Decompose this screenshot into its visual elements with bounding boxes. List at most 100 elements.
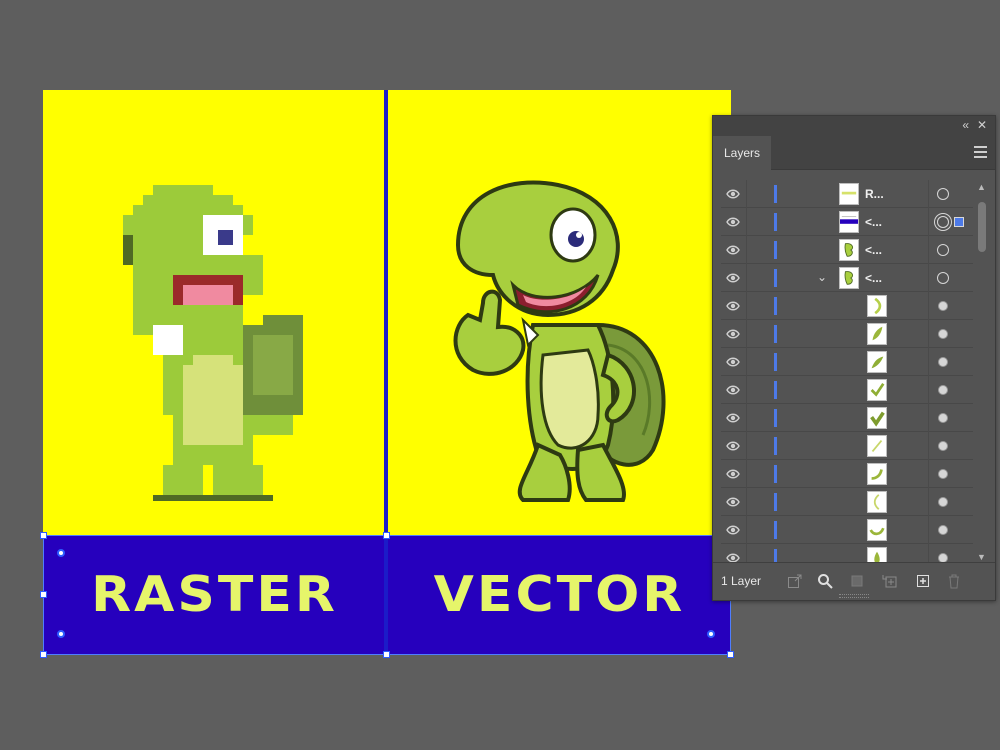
layer-thumbnail bbox=[839, 183, 859, 205]
eye-icon[interactable] bbox=[726, 468, 740, 480]
target-circle-icon[interactable] bbox=[938, 301, 948, 311]
target-circle-icon[interactable] bbox=[938, 329, 948, 339]
chevron-down-icon[interactable]: ⌄ bbox=[817, 270, 827, 284]
lock-column[interactable] bbox=[746, 460, 747, 488]
target-column-divider bbox=[928, 544, 929, 564]
layer-row[interactable]: <... bbox=[721, 208, 973, 236]
eye-icon[interactable] bbox=[726, 328, 740, 340]
artboard[interactable]: RASTER VECTOR bbox=[43, 90, 731, 654]
trash-icon[interactable] bbox=[946, 573, 962, 589]
scrollbar-thumb[interactable] bbox=[978, 202, 986, 252]
layer-row[interactable] bbox=[721, 404, 973, 432]
lock-column[interactable] bbox=[746, 488, 747, 516]
eye-icon[interactable] bbox=[726, 524, 740, 536]
raster-panel[interactable]: RASTER bbox=[43, 90, 386, 654]
layer-row[interactable]: <... bbox=[721, 236, 973, 264]
selection-handle-bl[interactable] bbox=[40, 651, 47, 658]
eye-icon[interactable] bbox=[726, 384, 740, 396]
eye-icon[interactable] bbox=[726, 440, 740, 452]
hamburger-menu-icon[interactable] bbox=[974, 146, 987, 158]
eye-icon[interactable] bbox=[726, 356, 740, 368]
scroll-up-icon[interactable]: ▲ bbox=[977, 182, 986, 192]
target-circle-icon[interactable] bbox=[938, 525, 948, 535]
clipping-mask-icon[interactable] bbox=[849, 573, 865, 589]
layer-row[interactable] bbox=[721, 376, 973, 404]
tab-layers[interactable]: Layers bbox=[713, 136, 771, 171]
panel-tab-row: Layers bbox=[713, 136, 995, 171]
layer-row[interactable] bbox=[721, 292, 973, 320]
layer-row[interactable] bbox=[721, 488, 973, 516]
layer-row[interactable] bbox=[721, 348, 973, 376]
lock-column[interactable] bbox=[746, 376, 747, 404]
eye-icon[interactable] bbox=[726, 272, 740, 284]
raster-turtle-illustration bbox=[123, 185, 303, 501]
target-circle-icon[interactable] bbox=[938, 469, 948, 479]
corner-radius-widget-tl[interactable] bbox=[57, 549, 65, 557]
export-icon[interactable] bbox=[787, 573, 803, 589]
layer-row[interactable] bbox=[721, 320, 973, 348]
eye-icon[interactable] bbox=[726, 412, 740, 424]
target-circle-icon[interactable] bbox=[938, 385, 948, 395]
layer-row[interactable]: ⌄ <... bbox=[721, 264, 973, 292]
target-circle-icon[interactable] bbox=[937, 216, 949, 228]
eye-icon[interactable] bbox=[726, 244, 740, 256]
panel-title-bar[interactable]: « ✕ bbox=[713, 116, 995, 136]
close-icon[interactable]: ✕ bbox=[977, 118, 987, 132]
layer-color-bar bbox=[774, 325, 777, 343]
layer-thumbnail bbox=[867, 519, 887, 541]
layer-list-scrollbar[interactable]: ▲ ▼ bbox=[975, 180, 989, 564]
lock-column[interactable] bbox=[746, 348, 747, 376]
panel-footer: 1 Layer bbox=[713, 562, 995, 600]
layer-row[interactable] bbox=[721, 516, 973, 544]
target-circle-icon[interactable] bbox=[938, 413, 948, 423]
new-layer-icon[interactable] bbox=[915, 573, 931, 589]
lock-column[interactable] bbox=[746, 236, 747, 264]
eye-icon[interactable] bbox=[726, 188, 740, 200]
selection-handle-br[interactable] bbox=[727, 651, 734, 658]
corner-radius-widget-br[interactable] bbox=[707, 630, 715, 638]
lock-column[interactable] bbox=[746, 208, 747, 236]
layer-color-bar bbox=[774, 353, 777, 371]
selection-handle-bm[interactable] bbox=[383, 651, 390, 658]
new-sublayer-icon[interactable] bbox=[881, 573, 897, 589]
layer-row[interactable] bbox=[721, 544, 973, 564]
target-circle-icon[interactable] bbox=[937, 188, 949, 200]
lock-column[interactable] bbox=[746, 292, 747, 320]
target-circle-icon[interactable] bbox=[938, 357, 948, 367]
layer-row[interactable] bbox=[721, 460, 973, 488]
target-column-divider bbox=[928, 432, 929, 460]
lock-column[interactable] bbox=[746, 544, 747, 564]
lock-column[interactable] bbox=[746, 180, 747, 208]
raster-banner: RASTER bbox=[43, 536, 386, 654]
scroll-down-icon[interactable]: ▼ bbox=[977, 552, 986, 562]
layer-name[interactable]: <... bbox=[865, 271, 882, 285]
layer-row[interactable]: R... bbox=[721, 180, 973, 208]
lock-column[interactable] bbox=[746, 264, 747, 292]
selection-handle-tl[interactable] bbox=[40, 532, 47, 539]
selection-handle-tm[interactable] bbox=[383, 532, 390, 539]
layer-thumbnail bbox=[867, 491, 887, 513]
eye-icon[interactable] bbox=[726, 300, 740, 312]
eye-icon[interactable] bbox=[726, 496, 740, 508]
lock-column[interactable] bbox=[746, 320, 747, 348]
layer-name[interactable]: <... bbox=[865, 243, 882, 257]
panel-resize-grip[interactable] bbox=[839, 594, 869, 598]
target-circle-icon[interactable] bbox=[938, 497, 948, 507]
lock-column[interactable] bbox=[746, 516, 747, 544]
lock-column[interactable] bbox=[746, 404, 747, 432]
layer-row[interactable] bbox=[721, 432, 973, 460]
layer-color-bar bbox=[774, 437, 777, 455]
target-circle-icon[interactable] bbox=[937, 244, 949, 256]
lock-column[interactable] bbox=[746, 432, 747, 460]
target-circle-icon[interactable] bbox=[938, 441, 948, 451]
selection-indicator-icon[interactable] bbox=[954, 217, 964, 227]
layer-name[interactable]: <... bbox=[865, 215, 882, 229]
layer-name[interactable]: R... bbox=[865, 187, 884, 201]
search-icon[interactable] bbox=[817, 573, 833, 589]
eye-icon[interactable] bbox=[726, 216, 740, 228]
target-circle-icon[interactable] bbox=[937, 272, 949, 284]
vector-panel[interactable]: VECTOR bbox=[388, 90, 731, 654]
corner-radius-widget-bl[interactable] bbox=[57, 630, 65, 638]
double-chevron-left-icon[interactable]: « bbox=[962, 118, 969, 132]
selection-handle-ml[interactable] bbox=[40, 591, 47, 598]
